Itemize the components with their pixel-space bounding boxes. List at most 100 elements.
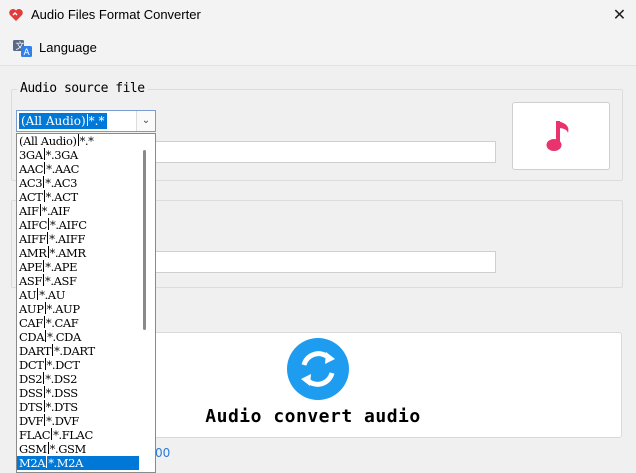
dropdown-item-separator: [43, 386, 45, 398]
dropdown-item-name: DART: [19, 344, 52, 358]
language-translate-icon[interactable]: 文 A: [12, 38, 34, 60]
dropdown-item-name: DVF: [19, 414, 44, 428]
combo-selected-name: (All Audio): [21, 114, 86, 128]
dropdown-item-name: AIFF: [19, 232, 47, 246]
dropdown-item-name: AAC: [19, 162, 44, 176]
dropdown-item[interactable]: DVF *.DVF: [17, 414, 139, 428]
dropdown-item[interactable]: AIFF *.AIFF: [17, 232, 139, 246]
dropdown-item-separator: [52, 344, 54, 356]
dropdown-item-ext: *.ASF: [44, 274, 77, 288]
dropdown-item[interactable]: AIF *.AIF: [17, 204, 139, 218]
dropdown-item-separator: [44, 414, 46, 426]
dropdown-item[interactable]: GSM *.GSM: [17, 442, 139, 456]
footer-link[interactable]: 00: [155, 446, 170, 460]
source-path-field[interactable]: [150, 141, 496, 163]
dropdown-item-separator: [48, 218, 50, 230]
dropdown-item[interactable]: 3GA *.3GA: [17, 148, 139, 162]
dropdown-item-separator: [39, 204, 41, 216]
dropdown-item[interactable]: AIFC *.AIFC: [17, 218, 139, 232]
dropdown-item-name: DS2: [19, 372, 43, 386]
dropdown-item-ext: *.AIFC: [50, 218, 87, 232]
dropdown-item-ext: *.CDA: [47, 330, 81, 344]
menu-bar: 文 A Language: [0, 30, 636, 66]
dropdown-item-ext: *.CAF: [45, 316, 79, 330]
dropdown-item[interactable]: FLAC *.FLAC: [17, 428, 139, 442]
dropdown-item-separator: [51, 428, 53, 440]
dropdown-item-ext: *.ACT: [45, 190, 79, 204]
close-icon[interactable]: ✕: [603, 0, 636, 30]
dropdown-item[interactable]: M2A *.M2A: [17, 456, 139, 470]
dropdown-item[interactable]: AC3 *.AC3: [17, 176, 139, 190]
dropdown-item[interactable]: DSS *.DSS: [17, 386, 139, 400]
svg-text:A: A: [24, 48, 31, 58]
dropdown-item-name: AIF: [19, 204, 39, 218]
dropdown-item-ext: *.DART: [54, 344, 95, 358]
app-heart-icon: [9, 9, 23, 21]
combo-selected-value: (All Audio) *.*: [19, 113, 107, 129]
dropdown-item-ext: *.GSM: [49, 442, 87, 456]
language-menu[interactable]: Language: [39, 40, 97, 55]
dropdown-item-ext: *.AAC: [46, 162, 80, 176]
dropdown-item[interactable]: AUP *.AUP: [17, 302, 139, 316]
dropdown-item-ext: *.DTS: [45, 400, 79, 414]
dropdown-item[interactable]: ASF *.ASF: [17, 274, 139, 288]
dropdown-item-ext: *.DCT: [46, 358, 81, 372]
dropdown-item-name: ASF: [19, 274, 42, 288]
dropdown-item-ext: *.AUP: [46, 302, 81, 316]
dropdown-item-separator: [47, 246, 49, 258]
dropdown-item-ext: *.3GA: [45, 148, 79, 162]
dropdown-item[interactable]: (All Audio) *.*: [17, 134, 139, 148]
dropdown-item-name: ACT: [19, 190, 43, 204]
convert-refresh-icon: [287, 338, 349, 400]
dropdown-item-name: AIFC: [19, 218, 48, 232]
dropdown-item-ext: *.AU: [39, 288, 66, 302]
dropdown-item[interactable]: CDA *.CDA: [17, 330, 139, 344]
dropdown-item-separator: [43, 148, 45, 160]
audio-type-combobox[interactable]: (All Audio) *.* ⌄: [16, 110, 156, 132]
dropdown-item[interactable]: APE *.APE: [17, 260, 139, 274]
dropdown-item[interactable]: CAF *.CAF: [17, 316, 139, 330]
dropdown-item-name: (All Audio): [19, 134, 77, 148]
dropdown-item-name: AMR: [19, 246, 47, 260]
convert-button[interactable]: Audio convert audio: [152, 332, 622, 438]
title-bar: Audio Files Format Converter ✕: [0, 0, 636, 30]
dropdown-item-ext: *.DS2: [45, 372, 78, 386]
dropdown-item[interactable]: AAC *.AAC: [17, 162, 139, 176]
dropdown-item-name: AUP: [19, 302, 44, 316]
music-note-icon: [546, 121, 569, 151]
dropdown-item-ext: *.APE: [45, 260, 78, 274]
dropdown-item-separator: [43, 316, 45, 328]
dropdown-item-ext: *.AIFF: [49, 232, 86, 246]
dropdown-item-name: DCT: [19, 358, 44, 372]
dropdown-item-name: CAF: [19, 316, 43, 330]
dropdown-item-ext: *.DVF: [46, 414, 79, 428]
dropdown-item-separator: [43, 400, 45, 412]
dropdown-item[interactable]: DTS *.DTS: [17, 400, 139, 414]
dropdown-item-ext: *.AC3: [45, 176, 78, 190]
dropdown-scrollbar[interactable]: [143, 150, 146, 330]
dropdown-item[interactable]: AMR *.AMR: [17, 246, 139, 260]
dropdown-item-name: APE: [19, 260, 43, 274]
dropdown-item-name: GSM: [19, 442, 47, 456]
combo-selected-ext: *.*: [88, 114, 105, 128]
dropdown-item-name: 3GA: [19, 148, 43, 162]
dropdown-item-separator: [44, 302, 46, 314]
dropdown-item-name: M2A: [19, 456, 46, 470]
dropdown-item[interactable]: ACT *.ACT: [17, 190, 139, 204]
dropdown-item-separator: [77, 134, 79, 146]
window-title: Audio Files Format Converter: [31, 7, 201, 22]
dropdown-item[interactable]: DART *.DART: [17, 344, 139, 358]
dropdown-item[interactable]: AU *.AU: [17, 288, 139, 302]
dropdown-item[interactable]: DS2 *.DS2: [17, 372, 139, 386]
dropdown-item-ext: *.FLAC: [53, 428, 93, 442]
dropdown-item-name: AC3: [19, 176, 43, 190]
output-path-field[interactable]: [150, 251, 496, 273]
audio-type-dropdown-list[interactable]: (All Audio) *.* 3GA *.3GA AAC *.AAC AC3 *.AC3 AC…: [16, 133, 156, 473]
dropdown-item-name: DTS: [19, 400, 43, 414]
dropdown-item-name: FLAC: [19, 428, 51, 442]
chevron-down-icon[interactable]: ⌄: [136, 111, 155, 131]
dropdown-item[interactable]: DCT *.DCT: [17, 358, 139, 372]
dropdown-item-ext: *.AIF: [41, 204, 71, 218]
dropdown-item-separator: [42, 274, 44, 286]
choose-audio-button[interactable]: [512, 102, 610, 170]
